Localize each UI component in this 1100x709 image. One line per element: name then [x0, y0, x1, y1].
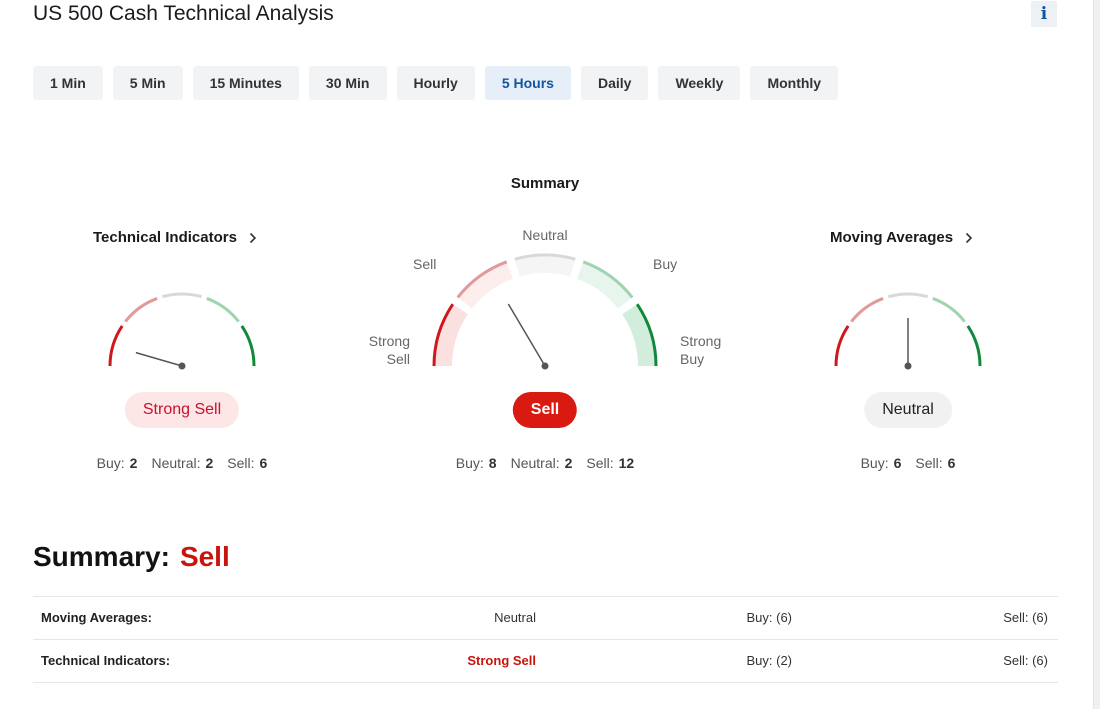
tab-5-min[interactable]: 5 Min [112, 66, 183, 100]
row-sell: Sell: (6) [1003, 610, 1048, 625]
gauge-needle [507, 303, 546, 367]
sell-count: Sell: 6 [227, 455, 268, 471]
tab-30-min[interactable]: 30 Min [308, 66, 387, 100]
gauge-zone-sell [850, 297, 884, 323]
gauge-zone-buy [206, 297, 240, 323]
gauge-needle-hub [178, 362, 186, 370]
gauge-zone-neutral [887, 292, 929, 299]
technical-indicators-signal-badge: Strong Sell [124, 392, 240, 428]
moving-averages-signal-badge: Neutral [864, 392, 952, 428]
row-sell: Sell: (6) [1003, 653, 1048, 668]
gauge-needle [135, 351, 183, 367]
row-name: Technical Indicators: [41, 653, 171, 668]
table-row: Moving Averages: Neutral Buy: (6) Sell: … [33, 597, 1058, 640]
tab-daily[interactable]: Daily [580, 66, 649, 100]
info-icon[interactable]: i [1031, 1, 1057, 27]
technical-indicators-gauge [108, 292, 256, 370]
tab-hourly[interactable]: Hourly [396, 66, 475, 100]
overall-summary-value: Sell [179, 541, 230, 572]
buy-count: Buy: 8 [455, 455, 497, 471]
gauge-label-neutral: Neutral [522, 227, 568, 243]
timeframe-tabs: 1 Min 5 Min 15 Minutes 30 Min Hourly 5 H… [33, 66, 839, 100]
gauge-zone-fill [457, 261, 513, 309]
moving-averages-counts: Buy: 6 Sell: 6 [861, 455, 956, 471]
tab-5-hours[interactable]: 5 Hours [484, 66, 571, 100]
page-title: US 500 Cash Technical Analysis [33, 2, 334, 25]
overall-summary-label: Summary: [33, 541, 170, 572]
neutral-count: Neutral: 2 [510, 455, 573, 471]
tab-weekly[interactable]: Weekly [658, 66, 741, 100]
summary-counts: Buy: 8 Neutral: 2 Sell: 12 [456, 455, 634, 471]
gauge-zone-strong-sell [834, 325, 850, 367]
tab-15-minutes[interactable]: 15 Minutes [192, 66, 299, 100]
gauge-label-buy: Buy [653, 256, 678, 272]
overall-summary: Summary: Sell [33, 541, 230, 573]
gauge-label-sell: Sell [413, 256, 437, 272]
gauge-needle-hub [904, 362, 912, 370]
row-name: Moving Averages: [41, 610, 153, 625]
tab-1-min[interactable]: 1 Min [33, 66, 103, 100]
row-signal: Strong Sell [467, 653, 536, 668]
summary-gauge-title: Summary [510, 175, 580, 192]
table-row: Technical Indicators: Strong Sell Buy: (… [33, 640, 1058, 683]
gauge-zone-strong-sell [108, 325, 124, 367]
tab-monthly[interactable]: Monthly [750, 66, 839, 100]
gauge-zone-fill [577, 261, 633, 309]
moving-averages-gauge [834, 292, 982, 370]
gauge-zone-strong-buy [240, 325, 256, 367]
sell-count: Sell: 12 [586, 455, 635, 471]
row-buy: Buy: (2) [746, 653, 792, 668]
gauge-zone-sell [124, 297, 158, 323]
row-buy: Buy: (6) [746, 610, 792, 625]
summary-gauge [432, 253, 658, 370]
summary-table: Moving Averages: Neutral Buy: (6) Sell: … [33, 596, 1058, 683]
gauge-needle-hub [541, 362, 549, 370]
row-signal: Neutral [494, 610, 536, 625]
gauge-zone-strong-buy [966, 325, 982, 367]
scrollbar-track[interactable] [1093, 0, 1100, 709]
technical-indicators-counts: Buy: 2 Neutral: 2 Sell: 6 [97, 455, 268, 471]
gauge-label-strong-sell: Strong Sell [368, 333, 410, 367]
neutral-count: Neutral: 2 [151, 455, 214, 471]
buy-count: Buy: 2 [96, 455, 138, 471]
buy-count: Buy: 6 [860, 455, 902, 471]
summary-signal-badge: Sell [512, 392, 578, 428]
sell-count: Sell: 6 [915, 455, 956, 471]
gauge-zone-neutral [161, 292, 203, 299]
gauge-label-strong-buy: Strong Buy [680, 333, 722, 367]
gauge-zone-buy [932, 297, 966, 323]
